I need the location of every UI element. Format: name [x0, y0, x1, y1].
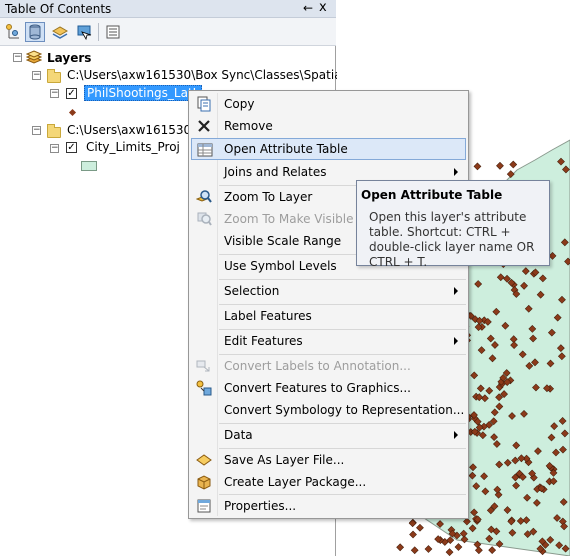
- toc-titlebar: Table Of Contents ← x: [0, 0, 336, 18]
- zoom-visible-icon: [196, 211, 212, 227]
- menu-item-label: Save As Layer File...: [224, 453, 345, 467]
- menu-item-label: Create Layer Package...: [224, 475, 367, 489]
- close-icon[interactable]: x: [319, 0, 327, 15]
- shooting-point-marker: [474, 546, 483, 555]
- folder1-expander[interactable]: −: [32, 71, 41, 80]
- menu-item-label: Open Attribute Table: [224, 142, 348, 156]
- attribute-table-icon: [197, 142, 213, 158]
- zoom-to-layer-icon: [195, 189, 212, 205]
- shooting-point-marker: [396, 543, 405, 552]
- menu-item-remove[interactable]: Remove: [191, 115, 466, 137]
- layers-root-label[interactable]: Layers: [47, 51, 91, 65]
- submenu-arrow-icon: [454, 168, 458, 176]
- menu-item-label: Use Symbol Levels: [224, 259, 337, 273]
- options-icon[interactable]: [103, 22, 123, 42]
- layer-file-icon: [196, 452, 212, 468]
- pin-icon[interactable]: ←: [303, 1, 313, 15]
- shooting-point-marker: [409, 530, 417, 539]
- shooting-point-marker: [424, 545, 433, 553]
- menu-item-label: Zoom To Make Visible: [224, 212, 354, 226]
- menu-item-save-as-layer-file[interactable]: Save As Layer File...: [191, 449, 466, 471]
- list-by-drawing-order-icon[interactable]: [4, 22, 24, 42]
- properties-icon: [196, 498, 212, 514]
- menu-item-label: Convert Symbology to Representation...: [224, 403, 465, 417]
- toc-title: Table Of Contents: [5, 2, 112, 16]
- menu-item-selection[interactable]: Selection: [191, 280, 466, 302]
- menu-item-label: Data: [224, 428, 253, 442]
- layer1-expander[interactable]: −: [50, 89, 59, 98]
- shooting-point-marker: [488, 546, 497, 554]
- shooting-point-marker: [509, 160, 518, 169]
- menu-item-data[interactable]: Data: [191, 424, 466, 446]
- remove-x-icon: [196, 118, 212, 134]
- menu-item-label: Label Features: [224, 309, 312, 323]
- shooting-point-marker: [445, 548, 454, 556]
- shooting-point-marker: [416, 523, 424, 532]
- folder1-path[interactable]: C:\Users\axw161530\Box Sync\Classes\Spat…: [67, 68, 371, 82]
- menu-item-label: Edit Features: [224, 334, 303, 348]
- menu-item-label: Convert Features to Graphics...: [224, 381, 411, 395]
- toc-toolbar: [0, 18, 336, 46]
- menu-item-label: Visible Scale Range: [224, 234, 342, 248]
- layer-context-menu: Copy Remove Open Attribute Table Joins a…: [188, 90, 469, 519]
- menu-item-properties[interactable]: Properties...: [191, 495, 466, 517]
- submenu-arrow-icon: [454, 337, 458, 345]
- menu-item-label: Selection: [224, 284, 280, 298]
- menu-item-label: Properties...: [224, 499, 297, 513]
- toolbar-separator: [98, 23, 99, 41]
- folder-icon: [47, 69, 61, 83]
- submenu-arrow-icon: [454, 431, 458, 439]
- menu-item-label: Zoom To Layer: [224, 190, 313, 204]
- menu-item-label: Joins and Relates: [224, 165, 327, 179]
- layers-stack-icon: [25, 50, 43, 66]
- list-by-source-icon[interactable]: [25, 22, 45, 42]
- shooting-point-marker: [454, 543, 463, 551]
- list-by-selection-icon[interactable]: [74, 22, 94, 42]
- shooting-point-marker: [408, 519, 417, 528]
- menu-item-open-attribute-table[interactable]: Open Attribute Table: [191, 138, 466, 160]
- polygon-symbol-icon: [81, 161, 97, 171]
- menu-item-label: Convert Labels to Annotation...: [224, 359, 411, 373]
- menu-item-create-layer-package[interactable]: Create Layer Package...: [191, 471, 466, 493]
- menu-item-label-features[interactable]: Label Features: [191, 305, 466, 327]
- convert-features-icon: [196, 380, 212, 396]
- layer2-expander[interactable]: −: [50, 144, 59, 153]
- tooltip: Open Attribute Table Open this layer's a…: [356, 180, 550, 269]
- layer1-name-selected[interactable]: PhilShootings_LatLo: [84, 85, 202, 101]
- folder2-expander[interactable]: −: [32, 126, 41, 135]
- layer1-visibility-checkbox[interactable]: ✓: [66, 88, 77, 99]
- menu-item-convert-features-to-graphics[interactable]: Convert Features to Graphics...: [191, 377, 466, 399]
- tooltip-title: Open Attribute Table: [361, 188, 503, 202]
- tooltip-body: Open this layer's attribute table. Short…: [369, 210, 535, 269]
- submenu-arrow-icon: [454, 287, 458, 295]
- menu-item-copy[interactable]: Copy: [191, 93, 466, 115]
- menu-item-convert-symbology-to-representation[interactable]: Convert Symbology to Representation...: [191, 399, 466, 421]
- layer2-visibility-checkbox[interactable]: ✓: [66, 142, 77, 153]
- layer-package-icon: [196, 474, 212, 490]
- list-by-visibility-icon[interactable]: [50, 22, 70, 42]
- menu-item-label: Remove: [224, 119, 273, 133]
- copy-icon: [196, 96, 212, 112]
- layers-expander[interactable]: −: [13, 53, 22, 62]
- layer2-name[interactable]: City_Limits_Proj: [86, 140, 180, 154]
- folder-icon: [47, 124, 61, 138]
- convert-labels-icon: [196, 358, 212, 374]
- shooting-point-marker: [473, 162, 482, 171]
- shooting-point-marker: [496, 161, 504, 170]
- menu-item-label: Copy: [224, 97, 255, 111]
- menu-item-edit-features[interactable]: Edit Features: [191, 330, 466, 352]
- shooting-point-marker: [410, 546, 419, 555]
- point-symbol-icon: [68, 108, 77, 117]
- menu-item-convert-labels-to-annotation: Convert Labels to Annotation...: [191, 355, 466, 377]
